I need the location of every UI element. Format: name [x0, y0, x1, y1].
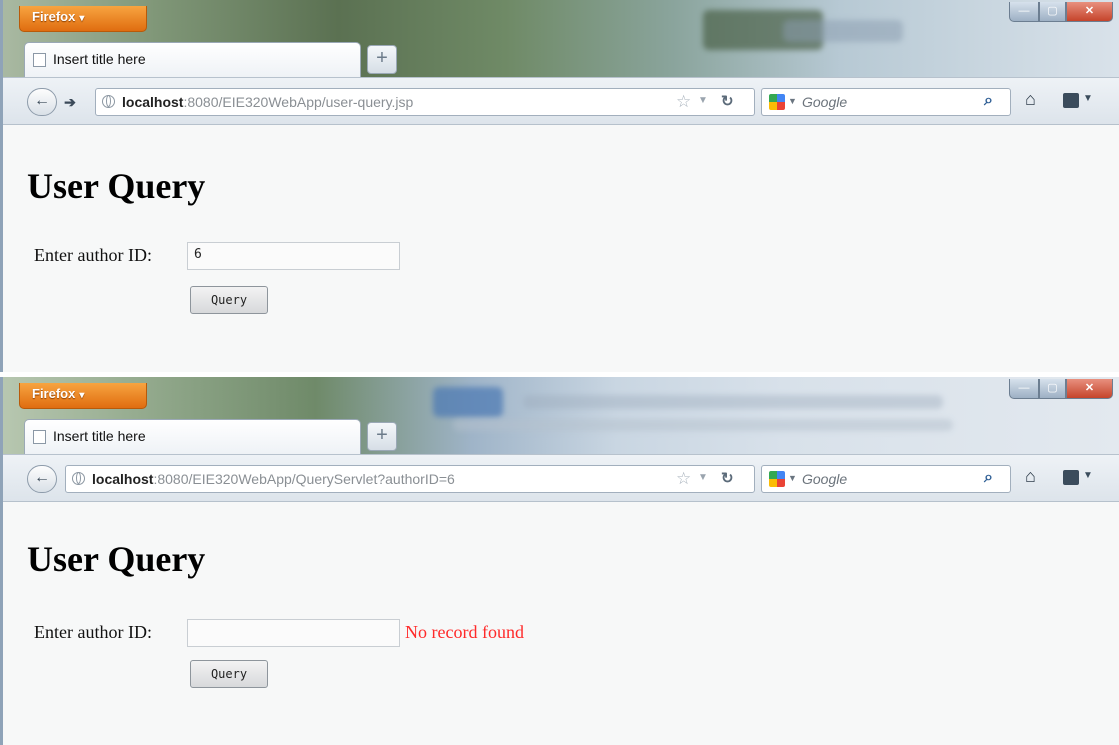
author-id-label: Enter author ID: — [34, 622, 152, 642]
maximize-button[interactable]: ▢ — [1039, 379, 1066, 399]
chevron-down-icon: ▾ — [79, 13, 85, 24]
search-engine-dropdown-icon[interactable]: ▼ — [788, 96, 797, 106]
url-bar[interactable]: localhost:8080/EIE320WebApp/QueryServlet… — [65, 465, 755, 493]
home-icon[interactable]: ⌂ — [1025, 466, 1036, 487]
url-text: localhost:8080/EIE320WebApp/QueryServlet… — [92, 471, 455, 487]
page-favicon-icon — [33, 53, 46, 67]
window-controls: — ▢ ✕ — [1009, 2, 1113, 22]
new-tab-button[interactable]: + — [367, 45, 397, 74]
navigation-toolbar: ← localhost:8080/EIE320WebApp/QueryServl… — [3, 454, 1119, 502]
reload-icon[interactable]: ↻ — [721, 92, 734, 110]
url-bar[interactable]: localhost:8080/EIE320WebApp/user-query.j… — [95, 88, 755, 116]
page-content: User Query Enter author ID: No record fo… — [3, 502, 1119, 745]
search-placeholder: Google — [802, 94, 848, 110]
firefox-menu-label: Firefox — [32, 9, 76, 24]
url-text: localhost:8080/EIE320WebApp/user-query.j… — [122, 94, 413, 110]
minimize-button[interactable]: — — [1009, 379, 1039, 399]
search-bar[interactable]: ▼ Google ⌕ — [761, 88, 1011, 116]
tab-active[interactable]: Insert title here — [24, 419, 361, 455]
query-button[interactable]: Query — [190, 286, 268, 314]
addon-dropdown-icon[interactable]: ▼ — [1083, 93, 1093, 104]
author-id-input[interactable]: 6 — [187, 242, 400, 270]
back-icon: ← — [34, 469, 50, 486]
query-button[interactable]: Query — [190, 660, 268, 688]
addon-icon[interactable] — [1063, 470, 1079, 485]
error-message: No record found — [405, 622, 524, 642]
browser-window-1: Firefox ▾ — ▢ ✕ Insert title here + ← ➔ l… — [0, 0, 1119, 372]
navigation-toolbar: ← ➔ localhost:8080/EIE320WebApp/user-que… — [3, 77, 1119, 125]
search-placeholder: Google — [802, 471, 848, 487]
globe-icon — [72, 472, 85, 485]
magnifier-icon[interactable]: ⌕ — [984, 92, 993, 110]
google-icon[interactable] — [769, 471, 785, 487]
firefox-menu-label: Firefox — [32, 386, 76, 401]
new-tab-button[interactable]: + — [367, 422, 397, 451]
reload-icon[interactable]: ↻ — [721, 469, 734, 487]
bookmark-star-icon[interactable]: ☆ — [676, 469, 691, 489]
page-content: User Query Enter author ID: 6 Query — [3, 125, 1119, 372]
author-id-input[interactable] — [187, 619, 400, 647]
url-host: localhost — [92, 471, 154, 487]
browser-window-2: Firefox ▾ — ▢ ✕ Insert title here + ← loc… — [0, 377, 1119, 745]
bookmark-star-icon[interactable]: ☆ — [676, 92, 691, 112]
search-engine-dropdown-icon[interactable]: ▼ — [788, 473, 797, 483]
tab-title: Insert title here — [53, 428, 146, 444]
addon-dropdown-icon[interactable]: ▼ — [1083, 470, 1093, 481]
back-button[interactable]: ← — [27, 88, 57, 116]
url-host: localhost — [122, 94, 184, 110]
page-favicon-icon — [33, 430, 46, 444]
home-icon[interactable]: ⌂ — [1025, 89, 1036, 110]
history-dropdown-icon[interactable]: ▼ — [698, 95, 708, 106]
page-title: User Query — [27, 166, 206, 206]
forward-button[interactable]: ➔ — [59, 92, 81, 112]
url-path: :8080/EIE320WebApp/QueryServlet?authorID… — [153, 471, 455, 487]
author-id-label: Enter author ID: — [34, 245, 152, 265]
firefox-menu-button[interactable]: Firefox ▾ — [19, 6, 147, 32]
chevron-down-icon: ▾ — [79, 390, 85, 401]
history-dropdown-icon[interactable]: ▼ — [698, 472, 708, 483]
page-title: User Query — [27, 539, 206, 579]
firefox-menu-button[interactable]: Firefox ▾ — [19, 383, 147, 409]
close-button[interactable]: ✕ — [1066, 2, 1113, 22]
close-button[interactable]: ✕ — [1066, 379, 1113, 399]
search-bar[interactable]: ▼ Google ⌕ — [761, 465, 1011, 493]
tab-active[interactable]: Insert title here — [24, 42, 361, 78]
tab-title: Insert title here — [53, 51, 146, 67]
url-path: :8080/EIE320WebApp/user-query.jsp — [183, 94, 414, 110]
addon-icon[interactable] — [1063, 93, 1079, 108]
back-button[interactable]: ← — [27, 465, 57, 493]
magnifier-icon[interactable]: ⌕ — [984, 469, 993, 487]
window-controls: — ▢ ✕ — [1009, 379, 1113, 399]
back-icon: ← — [34, 92, 50, 109]
globe-icon — [102, 95, 115, 108]
google-icon[interactable] — [769, 94, 785, 110]
minimize-button[interactable]: — — [1009, 2, 1039, 22]
forward-icon: ➔ — [64, 94, 76, 110]
maximize-button[interactable]: ▢ — [1039, 2, 1066, 22]
